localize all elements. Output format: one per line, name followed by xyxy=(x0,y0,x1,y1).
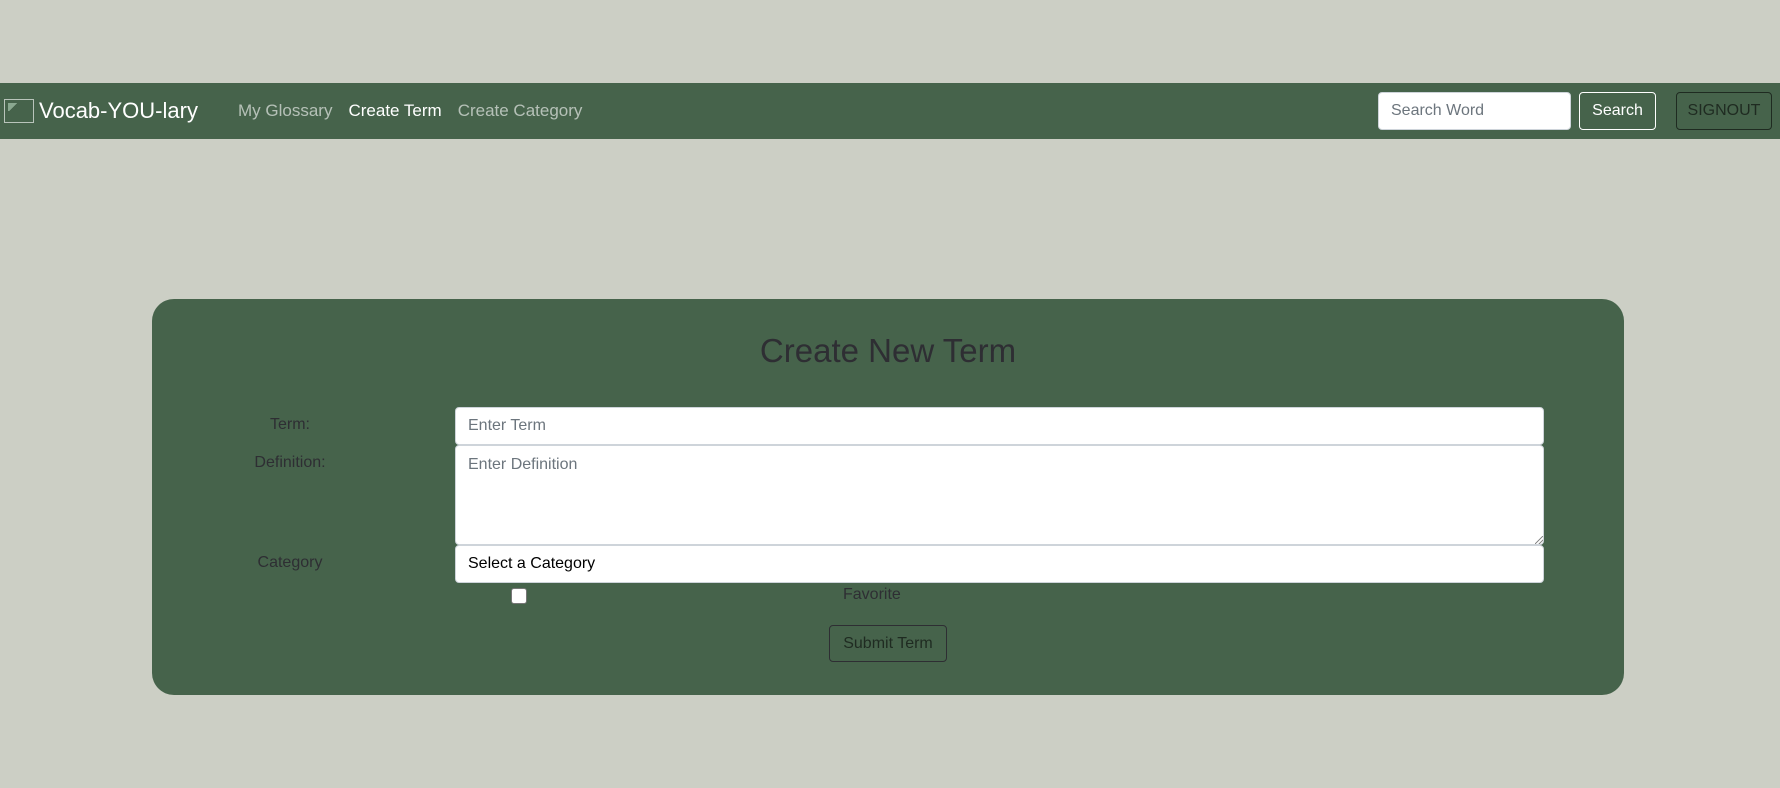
category-selected-value: Select a Category xyxy=(468,555,596,572)
nav-links: My Glossary Create Term Create Category xyxy=(238,83,582,139)
nav-link-create-term[interactable]: Create Term xyxy=(348,101,441,121)
search-input[interactable] xyxy=(1378,92,1571,130)
resize-grip-icon[interactable] xyxy=(1535,536,1543,544)
favorite-label: Favorite xyxy=(843,586,901,603)
nav-link-create-category[interactable]: Create Category xyxy=(458,101,583,121)
term-input[interactable] xyxy=(455,407,1544,445)
page-title: Create New Term xyxy=(759,332,1017,369)
definition-label: Definition: xyxy=(254,454,326,471)
favorite-checkbox[interactable] xyxy=(511,588,527,604)
brand-name: Vocab-YOU-lary xyxy=(39,98,198,123)
navbar: Vocab-YOU-lary My Glossary Create Term C… xyxy=(0,83,1780,139)
search-button[interactable]: Search xyxy=(1579,92,1656,130)
category-label: Category xyxy=(257,554,323,571)
signout-button[interactable]: SIGNOUT xyxy=(1676,92,1772,130)
nav-link-my-glossary[interactable]: My Glossary xyxy=(238,101,332,121)
brand-logo-icon xyxy=(4,99,34,123)
definition-textarea[interactable] xyxy=(455,445,1544,545)
brand-link[interactable]: Vocab-YOU-lary xyxy=(4,83,198,139)
create-term-card: Create New Term Term: Definition: Catego… xyxy=(152,299,1624,695)
category-select[interactable]: Select a Category xyxy=(455,545,1544,583)
submit-term-button[interactable]: Submit Term xyxy=(829,625,947,662)
term-label: Term: xyxy=(270,416,310,433)
